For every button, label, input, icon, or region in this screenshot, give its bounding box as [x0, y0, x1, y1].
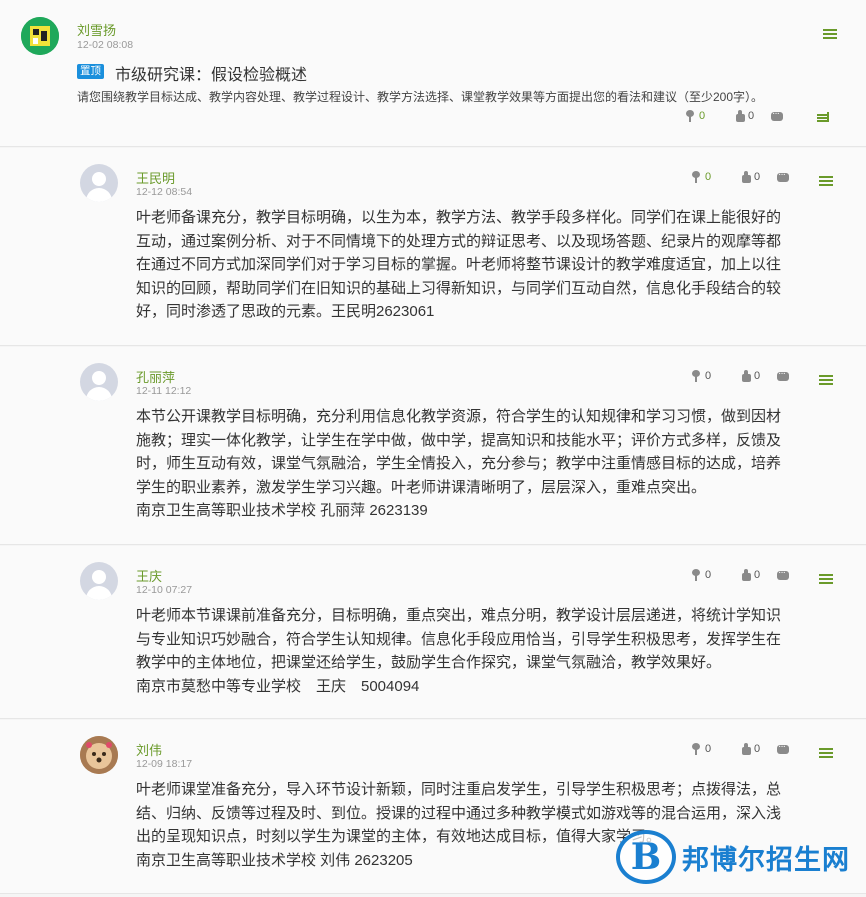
reply-author-name[interactable]: 孔丽萍 [136, 367, 175, 386]
flower-button[interactable]: 0 [690, 569, 711, 581]
like-count: 0 [754, 171, 761, 183]
sort-button[interactable] [817, 111, 831, 123]
flower-button[interactable]: 0 [690, 743, 711, 755]
reply-line: 叶老师本节课课前准备充分，目标明确，重点突出，难点分明，教学设计层层递进，将统计… [136, 607, 782, 624]
thumbs-up-icon [739, 171, 751, 183]
flower-count: 0 [705, 370, 712, 382]
reply-line: 互动，通过案例分析、对于不同情境下的处理方式的辩证思考、以及现场答题、纪录片的观… [136, 232, 782, 250]
reply-line: 本节公开课教学目标明确，充分利用信息化教学资源，符合学生的认知规律和学习习惯，做… [136, 408, 782, 425]
post-flower-button[interactable]: 0 [684, 110, 705, 122]
flower-button[interactable]: 0 [690, 171, 711, 183]
reply-line: 教学中的主体地位，把课堂还给学生，鼓励学生合作探究，课堂气氛融洽，教学效果好。 [136, 654, 722, 671]
post-menu-icon[interactable] [823, 29, 837, 39]
like-button[interactable]: 0 [739, 370, 760, 382]
avatar[interactable] [80, 164, 118, 202]
reply-line: 南京卫生高等职业技术学校 孔丽萍 2623139 [136, 502, 428, 519]
flower-count: 0 [705, 171, 712, 183]
reply-menu-icon[interactable] [819, 176, 833, 186]
avatar[interactable] [80, 736, 118, 774]
flower-icon [690, 743, 702, 755]
reply-line: 好，同时渗透了思政的元素。王民明2623061 [136, 303, 435, 320]
like-button[interactable]: 0 [739, 569, 760, 581]
thumbs-up-icon [739, 569, 751, 581]
like-count: 0 [754, 370, 761, 382]
watermark-text: 邦博尔招生网 [682, 844, 850, 876]
avatar[interactable] [80, 562, 118, 600]
comment-button[interactable] [777, 368, 789, 383]
comment-icon [771, 108, 783, 123]
reply-line: 施教；理实一体化教学，让学生在学中做，做中学，提高知识和技能水平；评价方式多样，… [136, 431, 782, 449]
reply-line: 叶老师备课充分，教学目标明确，以生为本，教学方法、教学手段多样化。同学们在课上能… [136, 209, 782, 226]
reply-item: 王庆 12-10 07:27 0 0 叶老师本节课课前准备充分，目标明确，重点突… [0, 546, 866, 719]
reply-item: 王民明 12-12 08:54 0 0 叶老师备课充分，教学目标明确，以生为本，… [0, 148, 866, 346]
comment-icon [777, 169, 789, 184]
watermark-logo: B [616, 830, 676, 884]
like-count: 0 [754, 743, 761, 755]
author-avatar[interactable] [21, 17, 59, 55]
like-button[interactable]: 0 [739, 743, 760, 755]
flower-button[interactable]: 0 [690, 370, 711, 382]
comment-icon [777, 567, 789, 582]
reply-line: 在通过不同方式加深同学们对于学习目标的掌握。叶老师将整节课设计的教学难度适宜，加… [136, 256, 782, 273]
post-title: 市级研究课：假设检验概述 [115, 67, 308, 84]
reply-line: 南京市莫愁中等专业学校 王庆 5004094 [136, 677, 420, 695]
comment-button[interactable] [777, 741, 789, 756]
post-like-count: 0 [748, 110, 755, 122]
like-count: 0 [754, 569, 761, 581]
reply-content: 叶老师本节课课前准备充分，目标明确，重点突出，难点分明，教学设计层层递进，将统计… [136, 604, 836, 698]
comment-button[interactable] [777, 169, 789, 184]
comment-icon [777, 741, 789, 756]
avatar[interactable] [80, 363, 118, 401]
reply-line: 学生的职业素养，激发学生学习兴趣。叶老师讲课清晰明了，层层深入，重难点突出。 [136, 478, 707, 496]
reply-line: 叶老师课堂准备充分，导入环节设计新颖，同时注重启发学生，引导学生积极思考；点拨得… [136, 781, 782, 798]
reply-author-name[interactable]: 刘伟 [136, 740, 162, 759]
reply-author-name[interactable]: 王庆 [136, 566, 162, 585]
pinned-badge: 置顶 [77, 64, 104, 79]
thumbs-up-icon [733, 110, 745, 122]
post-author-name[interactable]: 刘雪扬 [77, 20, 116, 39]
reply-menu-icon[interactable] [819, 748, 833, 758]
reply-date: 12-12 08:54 [136, 186, 193, 198]
flower-icon [690, 370, 702, 382]
reply-line: 知识的回顾，帮助同学们在旧知识的基础上习得新知识，与同学们互动自然，信息化手段结… [136, 279, 782, 297]
comment-button[interactable] [777, 567, 789, 582]
post-date: 12-02 08:08 [77, 39, 134, 51]
reply-line: 与专业知识巧妙融合，符合学生认知规律。信息化手段应用恰当，引导学生积极思考，发挥… [136, 630, 782, 648]
reply-date: 12-10 07:27 [136, 584, 193, 596]
reply-line: 时，师生互动有效，课堂气氛融洽，学生全情投入，充分参与；教学中注重情感目标的达成… [136, 455, 782, 472]
reply-menu-icon[interactable] [819, 375, 833, 385]
like-button[interactable]: 0 [739, 171, 760, 183]
post-description: 请您围绕教学目标达成、教学内容处理、教学过程设计、教学方法选择、课堂教学效果等方… [77, 90, 764, 104]
sort-icon [817, 111, 831, 123]
reply-content: 叶老师备课充分，教学目标明确，以生为本，教学方法、教学手段多样化。同学们在课上能… [136, 206, 836, 324]
comment-icon [777, 368, 789, 383]
main-post: 刘雪扬 12-02 08:08 置顶 市级研究课：假设检验概述 请您围绕教学目标… [0, 0, 866, 147]
reply-date: 12-11 12:12 [136, 385, 192, 397]
post-comment-button[interactable] [771, 108, 783, 123]
flower-icon [690, 569, 702, 581]
reply-content: 本节公开课教学目标明确，充分利用信息化教学资源，符合学生的认知规律和学习习惯，做… [136, 405, 836, 523]
post-flower-count: 0 [699, 110, 706, 122]
reply-menu-icon[interactable] [819, 574, 833, 584]
post-like-button[interactable]: 0 [733, 110, 754, 122]
reply-date: 12-09 18:17 [136, 758, 193, 770]
reply-author-name[interactable]: 王民明 [136, 168, 175, 187]
flower-icon [690, 171, 702, 183]
flower-count: 0 [705, 743, 712, 755]
flower-icon [684, 110, 696, 122]
thumbs-up-icon [739, 743, 751, 755]
thumbs-up-icon [739, 370, 751, 382]
flower-count: 0 [705, 569, 712, 581]
site-watermark: B 邦博尔招生网 [616, 830, 850, 884]
reply-item: 孔丽萍 12-11 12:12 0 0 本节公开课教学目标明确，充分利用信息化教… [0, 347, 866, 545]
reply-line: 结、归纳、反馈等过程及时、到位。授课的过程中通过多种教学模式如游戏等的混合运用，… [136, 804, 782, 822]
